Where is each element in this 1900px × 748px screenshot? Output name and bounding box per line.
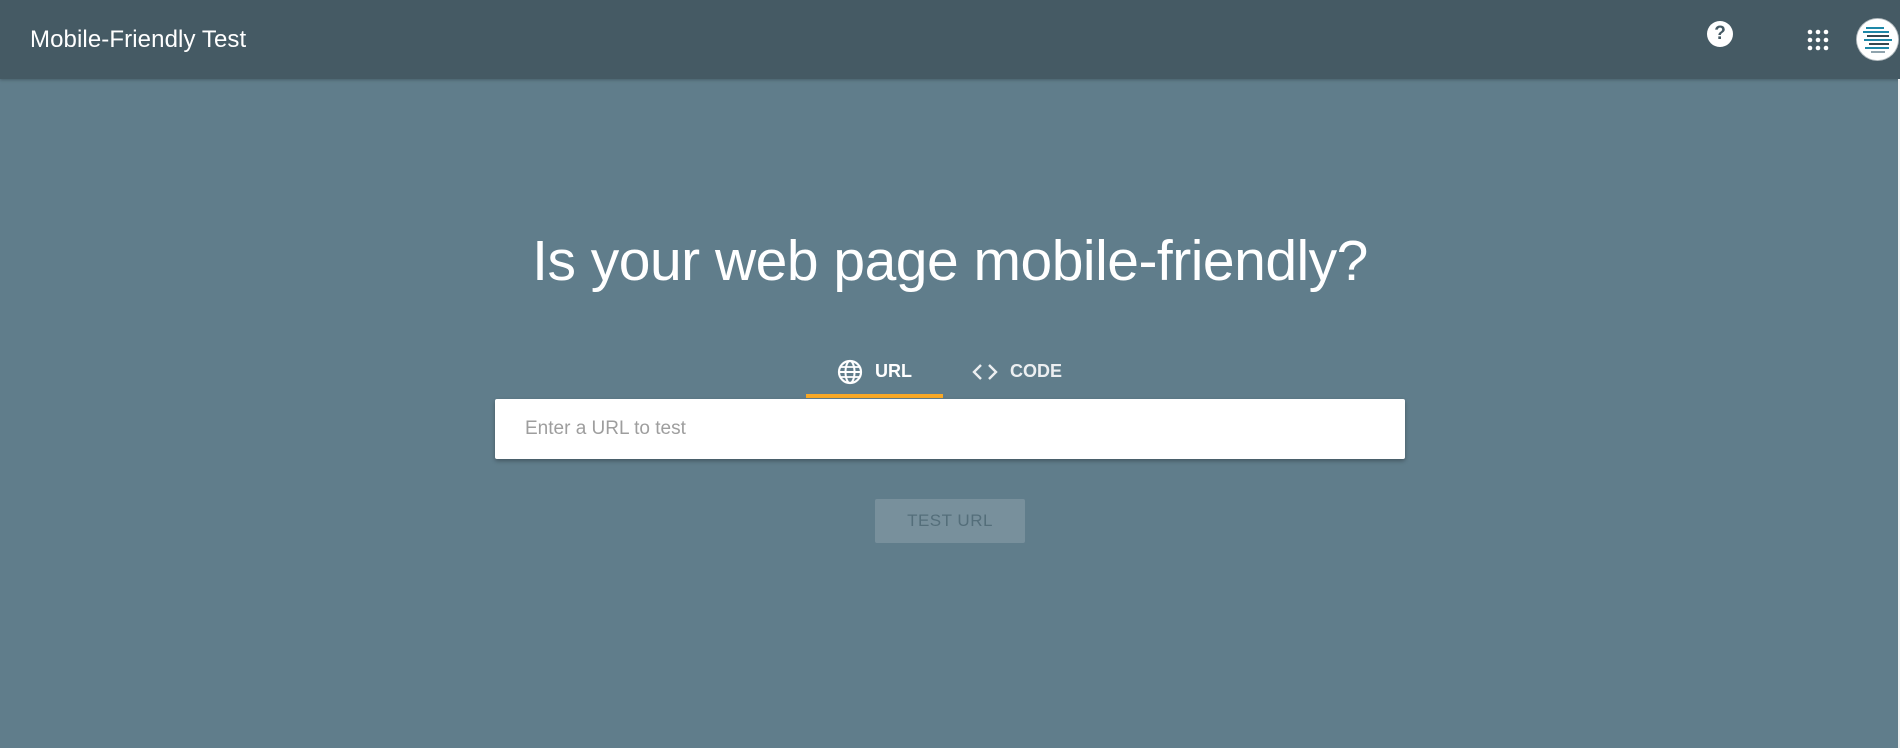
tab-code-label: CODE [1010, 361, 1063, 381]
account-avatar-icon[interactable] [1857, 19, 1898, 60]
url-input-container [495, 399, 1405, 459]
globe-icon [837, 359, 863, 385]
active-tab-indicator [806, 394, 943, 398]
tab-url-label: URL [875, 361, 912, 381]
app-title: Mobile-Friendly Test [30, 26, 247, 53]
url-input[interactable] [495, 399, 1405, 459]
app-bar: Mobile-Friendly Test ? [0, 0, 1900, 79]
test-url-button[interactable]: TEST URL [875, 499, 1025, 543]
page-headline: Is your web page mobile-friendly? [532, 229, 1368, 293]
tab-url[interactable]: URL [806, 345, 943, 398]
code-icon [972, 362, 998, 382]
help-icon[interactable]: ? [1707, 21, 1733, 47]
apps-grid-icon[interactable] [1806, 28, 1830, 52]
tab-code[interactable]: CODE [972, 345, 1092, 398]
